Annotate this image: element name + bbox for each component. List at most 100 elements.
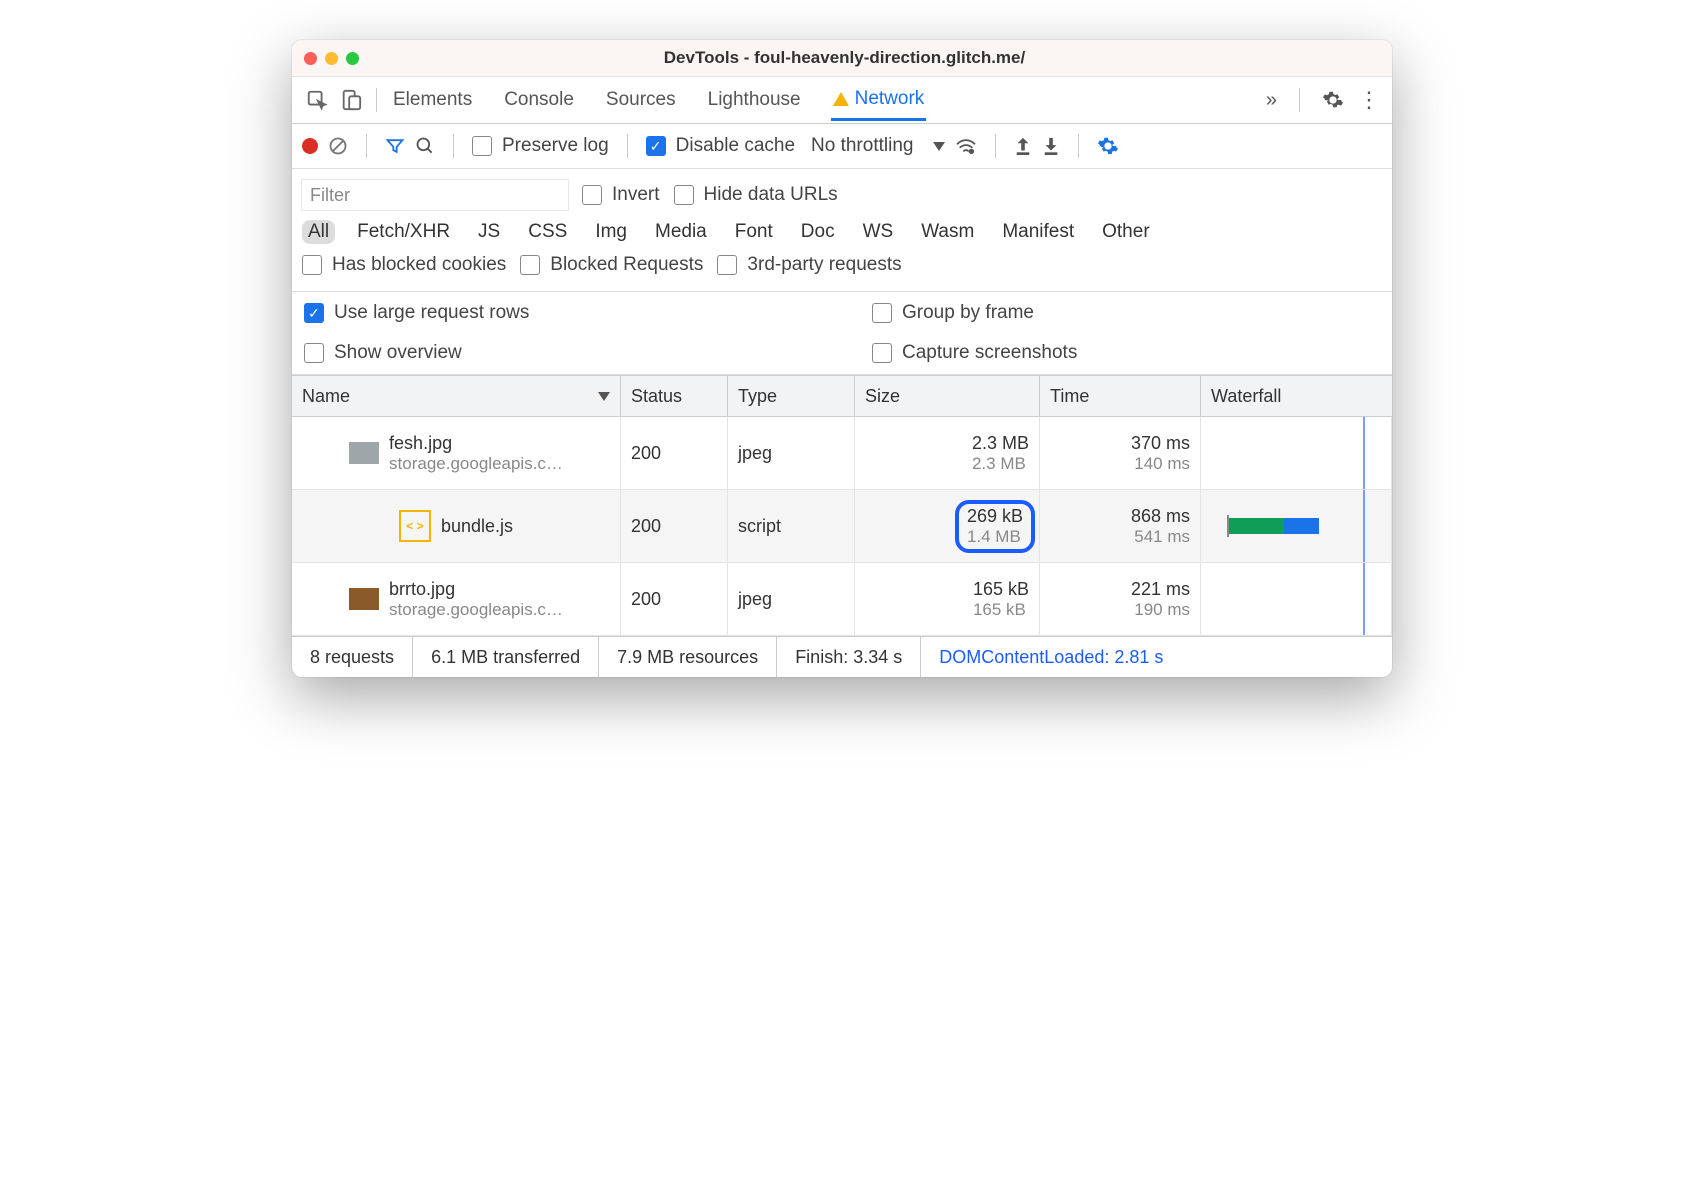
cell-time: 370 ms140 ms xyxy=(1040,417,1201,489)
window-controls xyxy=(304,52,359,65)
titlebar: DevTools - foul-heavenly-direction.glitc… xyxy=(292,40,1392,77)
preserve-log-label: Preserve log xyxy=(502,135,609,157)
blocked-cookies-checkbox[interactable] xyxy=(302,255,322,275)
more-tabs-icon[interactable]: » xyxy=(1266,89,1277,112)
cell-waterfall xyxy=(1201,490,1392,562)
close-icon[interactable] xyxy=(304,52,317,65)
col-time[interactable]: Time xyxy=(1040,376,1201,416)
inspect-element-icon[interactable] xyxy=(300,83,334,117)
table-row[interactable]: fesh.jpgstorage.googleapis.c… 200jpeg2.3 … xyxy=(292,417,1392,490)
type-fetch[interactable]: Fetch/XHR xyxy=(351,220,456,244)
record-button[interactable] xyxy=(302,138,318,154)
col-type[interactable]: Type xyxy=(728,376,855,416)
tab-network-label: Network xyxy=(855,88,925,110)
request-name: bundle.js xyxy=(441,516,513,537)
upload-har-icon[interactable] xyxy=(1014,136,1032,156)
devtools-window: DevTools - foul-heavenly-direction.glitc… xyxy=(292,40,1392,677)
search-icon[interactable] xyxy=(415,136,435,156)
cell-type: script xyxy=(728,490,855,562)
type-filters: All Fetch/XHR JS CSS Img Media Font Doc … xyxy=(302,215,1382,249)
tab-elements[interactable]: Elements xyxy=(391,79,474,121)
cell-size: 2.3 MB2.3 MB xyxy=(855,417,1040,489)
cell-time: 221 ms190 ms xyxy=(1040,563,1201,635)
tab-console[interactable]: Console xyxy=(502,79,576,121)
throttling-value: No throttling xyxy=(811,135,913,157)
col-status[interactable]: Status xyxy=(621,376,728,416)
request-table: fesh.jpgstorage.googleapis.c…200jpeg2.3 … xyxy=(292,417,1392,636)
show-overview-checkbox[interactable] xyxy=(304,343,324,363)
request-host: storage.googleapis.c… xyxy=(389,600,563,620)
tab-network[interactable]: Network xyxy=(831,79,927,121)
large-rows-checkbox[interactable] xyxy=(304,303,324,323)
capture-label: Capture screenshots xyxy=(902,342,1077,364)
blocked-requests-checkbox[interactable] xyxy=(520,255,540,275)
status-requests: 8 requests xyxy=(292,637,413,677)
type-media[interactable]: Media xyxy=(649,220,713,244)
sort-icon xyxy=(598,392,610,401)
group-frame-checkbox[interactable] xyxy=(872,303,892,323)
cell-type: jpeg xyxy=(728,417,855,489)
table-row[interactable]: brrto.jpgstorage.googleapis.c…200jpeg165… xyxy=(292,563,1392,636)
large-rows-label: Use large request rows xyxy=(334,302,529,324)
filter-placeholder: Filter xyxy=(310,185,350,206)
col-size[interactable]: Size xyxy=(855,376,1040,416)
cell-waterfall xyxy=(1201,417,1392,489)
tab-sources[interactable]: Sources xyxy=(604,79,678,121)
highlighted-size: 269 kB1.4 MB xyxy=(955,500,1035,553)
settings-icon[interactable] xyxy=(1322,89,1344,111)
status-resources: 7.9 MB resources xyxy=(599,637,777,677)
zoom-icon[interactable] xyxy=(346,52,359,65)
capture-checkbox[interactable] xyxy=(872,343,892,363)
col-waterfall[interactable]: Waterfall xyxy=(1201,376,1392,416)
type-font[interactable]: Font xyxy=(729,220,779,244)
clear-icon[interactable] xyxy=(328,136,348,156)
blocked-requests-label: Blocked Requests xyxy=(550,254,703,276)
third-party-checkbox[interactable] xyxy=(717,255,737,275)
invert-checkbox[interactable] xyxy=(582,185,602,205)
type-js[interactable]: JS xyxy=(472,220,506,244)
filter-icon[interactable] xyxy=(385,136,405,156)
type-wasm[interactable]: Wasm xyxy=(915,220,980,244)
type-doc[interactable]: Doc xyxy=(795,220,841,244)
show-overview-label: Show overview xyxy=(334,342,462,364)
invert-label: Invert xyxy=(612,184,660,206)
window-title: DevTools - foul-heavenly-direction.glitc… xyxy=(359,48,1330,68)
download-har-icon[interactable] xyxy=(1042,136,1060,156)
minimize-icon[interactable] xyxy=(325,52,338,65)
type-all[interactable]: All xyxy=(302,220,335,244)
cell-status: 200 xyxy=(621,417,728,489)
disable-cache-label: Disable cache xyxy=(676,135,795,157)
network-settings-icon[interactable] xyxy=(1097,135,1119,157)
type-css[interactable]: CSS xyxy=(522,220,573,244)
type-manifest[interactable]: Manifest xyxy=(996,220,1080,244)
device-toolbar-icon[interactable] xyxy=(334,83,368,117)
network-toolbar: Preserve log Disable cache No throttling xyxy=(292,124,1392,169)
file-icon xyxy=(349,588,379,610)
file-icon: < > xyxy=(399,510,431,542)
chevron-down-icon xyxy=(933,142,945,151)
preserve-log-checkbox[interactable] xyxy=(472,136,492,156)
status-bar: 8 requests 6.1 MB transferred 7.9 MB res… xyxy=(292,636,1392,677)
third-party-label: 3rd-party requests xyxy=(747,254,901,276)
cell-size: 269 kB1.4 MB xyxy=(855,490,1040,562)
type-other[interactable]: Other xyxy=(1096,220,1156,244)
request-name: fesh.jpg xyxy=(389,433,563,454)
filter-bar: Filter Invert Hide data URLs All Fetch/X… xyxy=(292,169,1392,292)
network-conditions-icon[interactable] xyxy=(955,137,977,155)
status-transferred: 6.1 MB transferred xyxy=(413,637,599,677)
col-name[interactable]: Name xyxy=(292,376,621,416)
table-row[interactable]: < >bundle.js200script269 kB1.4 MB868 ms5… xyxy=(292,490,1392,563)
panel-tabs: Elements Console Sources Lighthouse Netw… xyxy=(292,77,1392,124)
kebab-menu-icon[interactable]: ⋮ xyxy=(1358,87,1380,113)
throttling-select[interactable]: No throttling xyxy=(811,135,945,157)
request-host: storage.googleapis.c… xyxy=(389,454,563,474)
type-ws[interactable]: WS xyxy=(857,220,900,244)
filter-input[interactable]: Filter xyxy=(302,180,568,210)
disable-cache-checkbox[interactable] xyxy=(646,136,666,156)
tab-lighthouse[interactable]: Lighthouse xyxy=(706,79,803,121)
blocked-cookies-label: Has blocked cookies xyxy=(332,254,506,276)
hide-data-urls-checkbox[interactable] xyxy=(674,185,694,205)
file-icon xyxy=(349,442,379,464)
cell-status: 200 xyxy=(621,563,728,635)
type-img[interactable]: Img xyxy=(589,220,633,244)
